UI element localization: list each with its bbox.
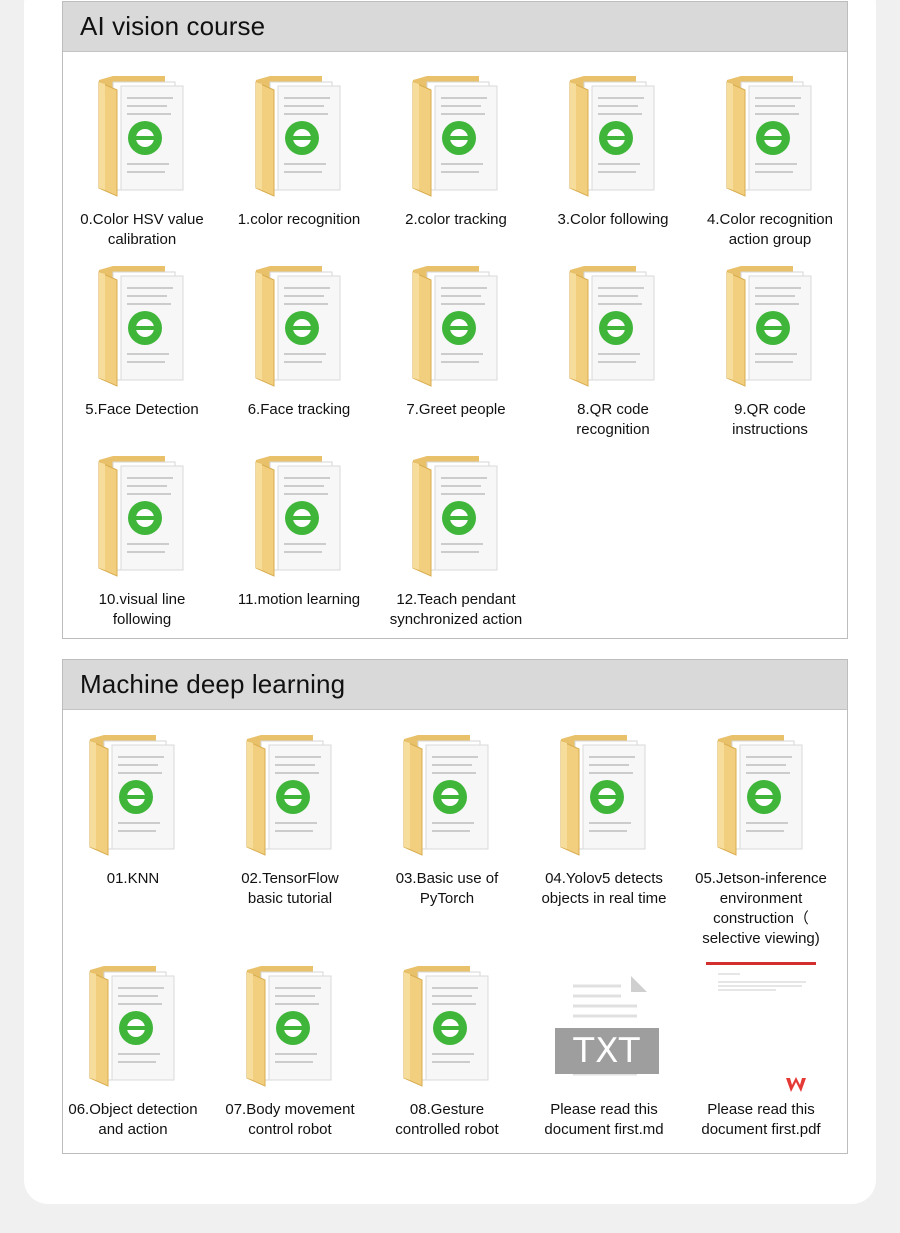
item-label: 3.Color following: [557, 211, 669, 228]
item-label: 10.visual line following: [98, 591, 186, 628]
item-label: 4.Color recognition action group: [707, 211, 833, 248]
folder-icon: [715, 72, 825, 202]
folder-item[interactable]: 03.Basic use of PyTorch: [371, 731, 523, 909]
folder-icon: [235, 731, 345, 861]
panel-header: Machine deep learning: [63, 660, 847, 710]
item-label: 2.color tracking: [405, 211, 507, 228]
item-label: 05.Jetson-inference environment construc…: [695, 870, 827, 947]
folder-item[interactable]: 07.Body movement control robot: [214, 962, 366, 1140]
folder-item[interactable]: 9.QR code instructions: [694, 262, 846, 440]
folder-icon: [715, 262, 825, 392]
item-label: Please read this document first.pdf: [701, 1101, 821, 1138]
folder-item[interactable]: 5.Face Detection: [66, 262, 218, 420]
folder-item[interactable]: 3.Color following: [537, 72, 689, 230]
panel-title: AI vision course: [80, 11, 266, 41]
folder-icon: [87, 72, 197, 202]
folder-icon: [558, 72, 668, 202]
folder-icon: [244, 72, 354, 202]
folder-icon: [401, 262, 511, 392]
item-label: 02.TensorFlow basic tutorial: [241, 870, 339, 907]
folder-icon: [87, 452, 197, 582]
folder-icon: [401, 72, 511, 202]
pdf-file-icon: [706, 962, 816, 1092]
folder-item[interactable]: 2.color tracking: [380, 72, 532, 230]
item-label: 04.Yolov5 detects objects in real time: [541, 870, 667, 907]
folder-icon: [78, 731, 188, 861]
item-label: 07.Body movement control robot: [225, 1101, 355, 1138]
item-label: 0.Color HSV value calibration: [80, 211, 204, 248]
folder-item[interactable]: 06.Object detection and action: [57, 962, 209, 1140]
item-label: 01.KNN: [106, 870, 160, 887]
folder-icon: [558, 262, 668, 392]
folder-icon: [401, 452, 511, 582]
item-label: 08.Gesture controlled robot: [395, 1101, 499, 1138]
item-label: 1.color recognition: [237, 211, 361, 228]
item-label: 5.Face Detection: [85, 401, 199, 418]
folder-item[interactable]: 11.motion learning: [223, 452, 375, 610]
item-label: 12.Teach pendant synchronized action: [389, 591, 523, 628]
folder-item[interactable]: 12.Teach pendant synchronized action: [380, 452, 532, 630]
folder-icon: [244, 452, 354, 582]
folder-item[interactable]: 6.Face tracking: [223, 262, 375, 420]
folder-icon: [706, 731, 816, 861]
txt-badge: TXT: [573, 1031, 641, 1071]
item-label: 6.Face tracking: [247, 401, 351, 418]
panel-title: Machine deep learning: [80, 669, 346, 699]
folder-icon: [549, 731, 659, 861]
folder-item[interactable]: 10.visual line following: [66, 452, 218, 630]
folder-icon: [235, 962, 345, 1092]
folder-item[interactable]: 01.KNN: [57, 731, 209, 889]
folder-item[interactable]: 7.Greet people: [380, 262, 532, 420]
item-label: 9.QR code instructions: [732, 401, 808, 438]
file-item[interactable]: Please read this document first.pdf: [685, 962, 837, 1140]
folder-icon: [392, 962, 502, 1092]
folder-item[interactable]: 04.Yolov5 detects objects in real time: [528, 731, 680, 909]
item-label: 8.QR code recognition: [576, 401, 650, 438]
file-item[interactable]: TXT Please read this document first.md: [528, 962, 680, 1140]
item-label: Please read this document first.md: [544, 1101, 664, 1138]
item-label: 7.Greet people: [406, 401, 506, 418]
txt-file-icon: TXT: [549, 962, 659, 1092]
folder-item[interactable]: 05.Jetson-inference environment construc…: [685, 731, 837, 949]
folder-item[interactable]: 8.QR code recognition: [537, 262, 689, 440]
folder-item[interactable]: 02.TensorFlow basic tutorial: [214, 731, 366, 909]
item-label: 03.Basic use of PyTorch: [395, 870, 499, 907]
folder-icon: [244, 262, 354, 392]
folder-item[interactable]: 1.color recognition: [223, 72, 375, 230]
folder-item[interactable]: 4.Color recognition action group: [694, 72, 846, 250]
item-label: 11.motion learning: [237, 591, 361, 608]
folder-icon: [78, 962, 188, 1092]
folder-icon: [87, 262, 197, 392]
item-label: 06.Object detection and action: [68, 1101, 198, 1138]
panel-header: AI vision course: [63, 2, 847, 52]
folder-icon: [392, 731, 502, 861]
folder-item[interactable]: 08.Gesture controlled robot: [371, 962, 523, 1140]
folder-item[interactable]: 0.Color HSV value calibration: [66, 72, 218, 250]
